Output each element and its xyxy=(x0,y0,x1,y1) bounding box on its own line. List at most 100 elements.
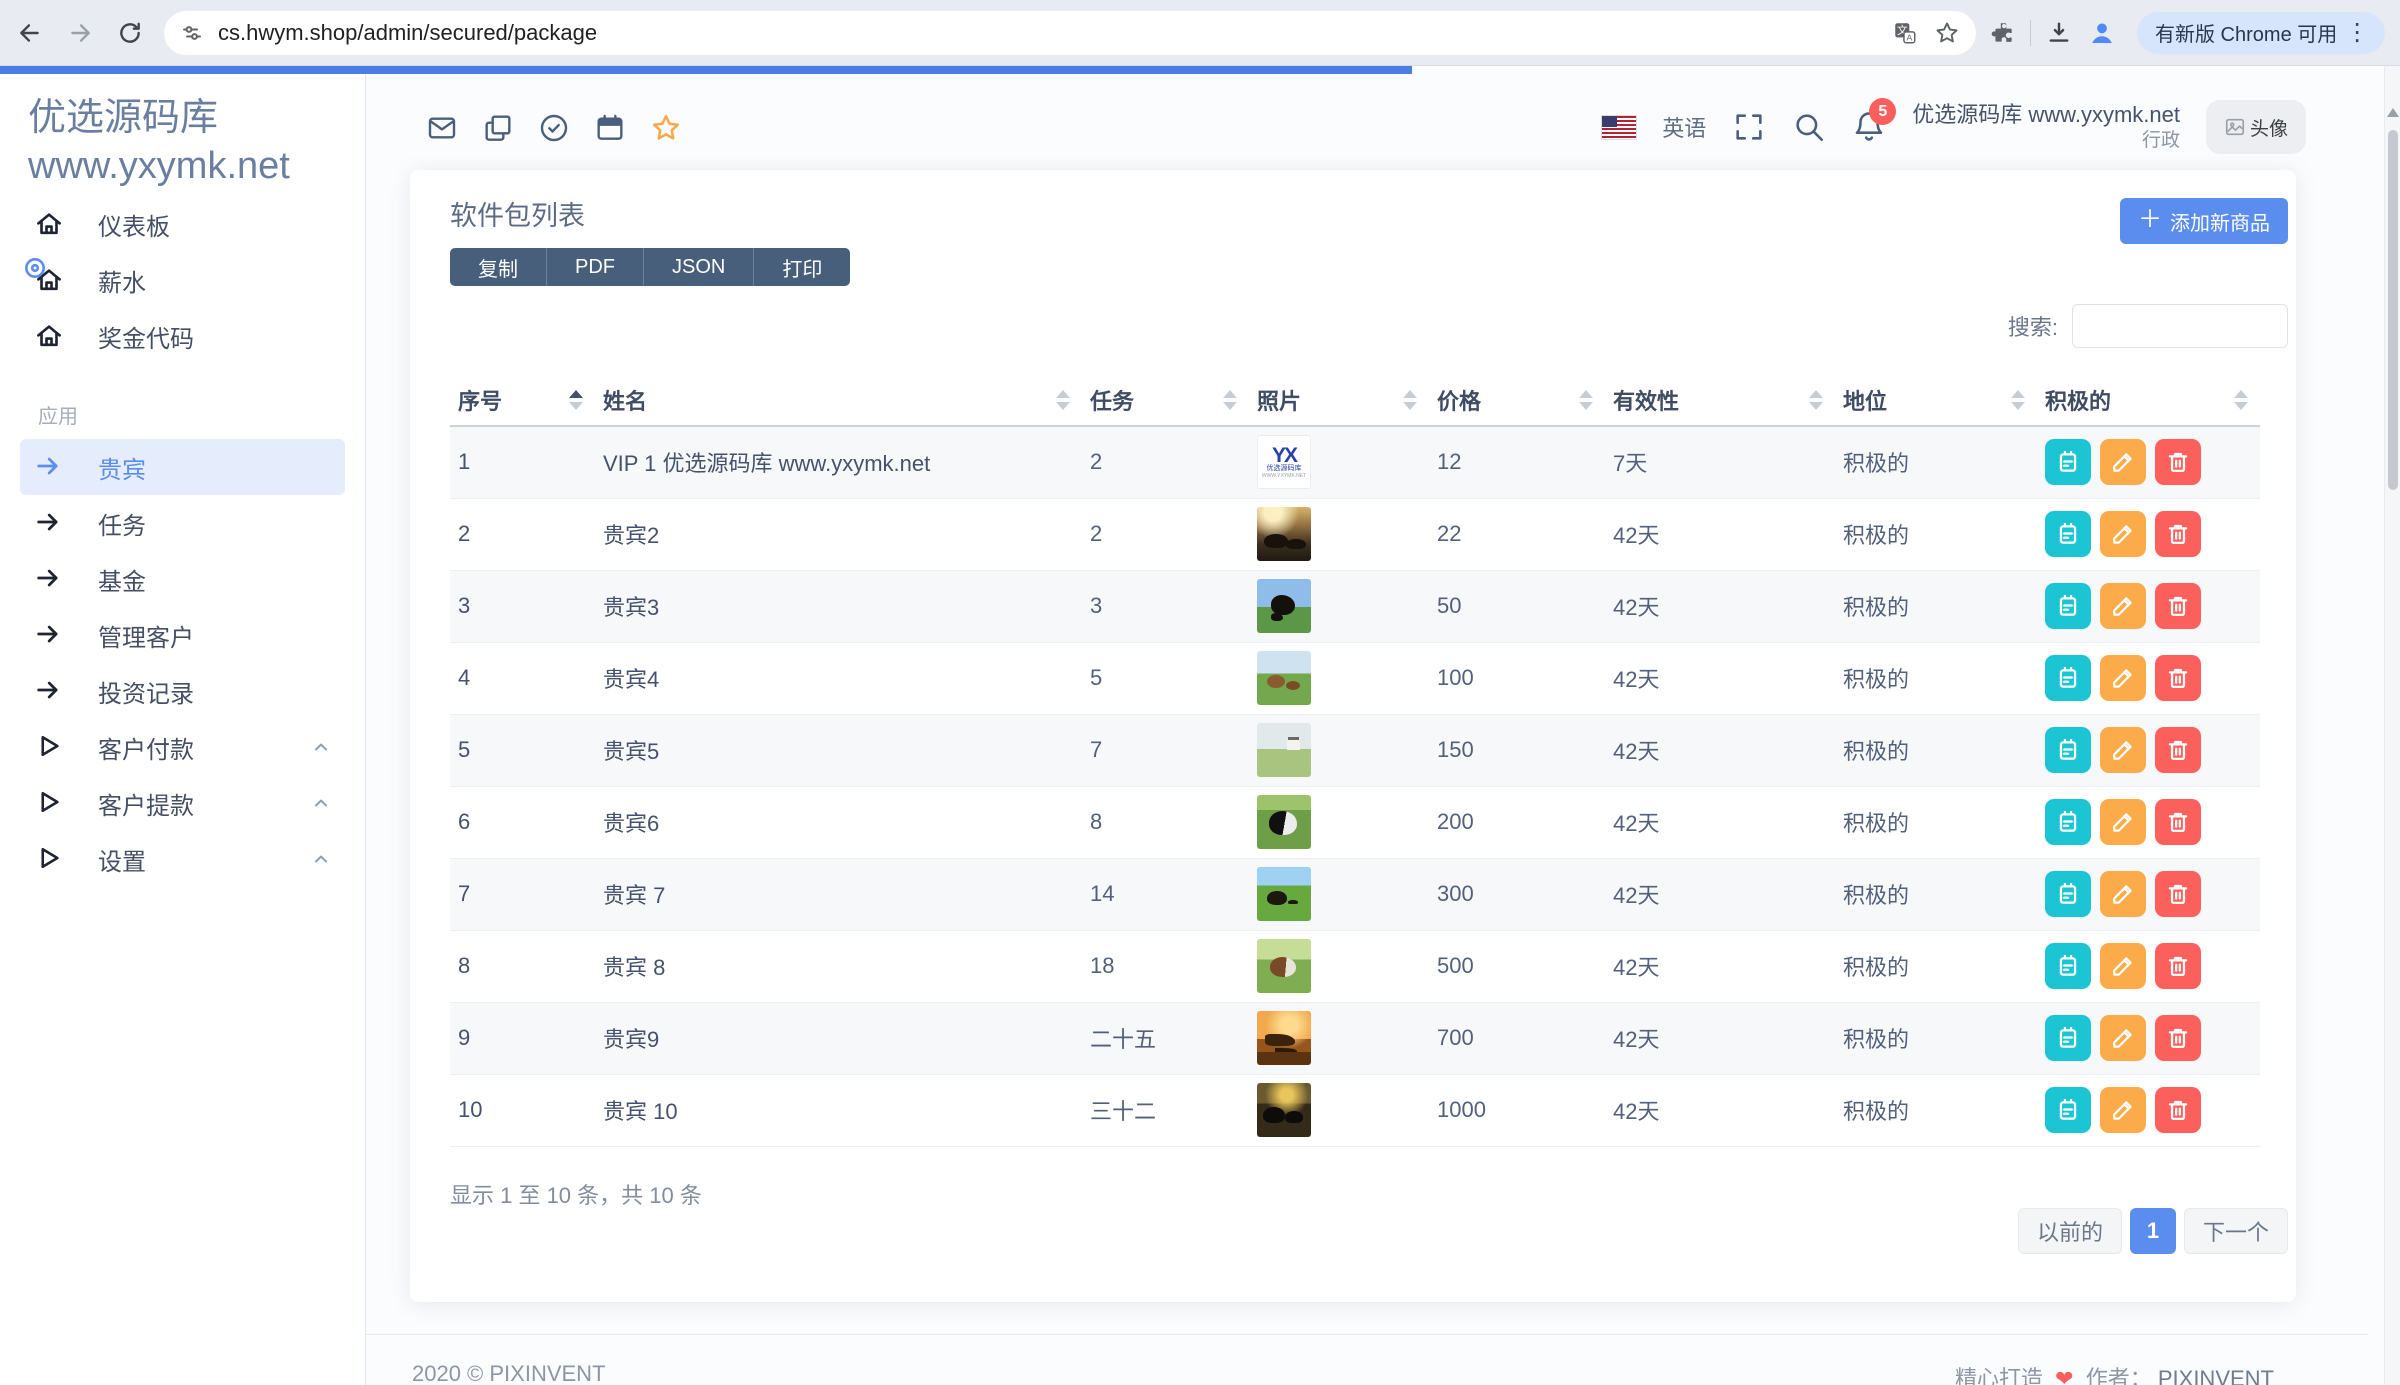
sort-icons[interactable] xyxy=(2234,389,2248,411)
check-circle-icon[interactable] xyxy=(538,112,570,144)
delete-button[interactable] xyxy=(2155,1087,2201,1133)
table-row[interactable]: 1 VIP 1 优选源码库 www.yxymk.net 2 YX优选源码库WWW… xyxy=(450,426,2260,498)
delete-button[interactable] xyxy=(2155,1015,2201,1061)
star-icon[interactable] xyxy=(650,112,682,144)
detail-button[interactable] xyxy=(2045,655,2091,701)
copy-icon[interactable] xyxy=(482,112,514,144)
sidebar-item-funds[interactable]: 基金 xyxy=(20,551,345,607)
edit-button[interactable] xyxy=(2100,871,2146,917)
browser-reload-button[interactable] xyxy=(110,13,150,53)
search-input[interactable] xyxy=(2072,304,2288,348)
edit-button[interactable] xyxy=(2100,439,2146,485)
sort-icons[interactable] xyxy=(1809,389,1823,411)
detail-button[interactable] xyxy=(2045,727,2091,773)
delete-button[interactable] xyxy=(2155,511,2201,557)
edit-button[interactable] xyxy=(2100,1015,2146,1061)
sidebar-item-customer-withdrawals[interactable]: 客户提款 xyxy=(20,775,345,831)
json-export-button[interactable]: JSON xyxy=(643,248,753,286)
edit-button[interactable] xyxy=(2100,1087,2146,1133)
search-icon[interactable] xyxy=(1792,110,1826,144)
browser-forward-button[interactable] xyxy=(60,13,100,53)
browser-menu-icon[interactable]: ⋮ xyxy=(2337,21,2377,45)
delete-button[interactable] xyxy=(2155,871,2201,917)
detail-button[interactable] xyxy=(2045,511,2091,557)
footer-author[interactable]: PIXINVENT xyxy=(2158,1366,2274,1385)
sidebar-item-manage-customers[interactable]: 管理客户 xyxy=(20,607,345,663)
copy-export-button[interactable]: 复制 xyxy=(450,248,546,286)
mail-icon[interactable] xyxy=(426,112,458,144)
table-row[interactable]: 2 贵宾2 2 22 42天 积极的 xyxy=(450,498,2260,570)
sidebar-item-tasks[interactable]: 任务 xyxy=(20,495,345,551)
sidebar-item-investment-records[interactable]: 投资记录 xyxy=(20,663,345,719)
edit-button[interactable] xyxy=(2100,727,2146,773)
table-row[interactable]: 4 贵宾4 5 100 42天 积极的 xyxy=(450,642,2260,714)
current-page-button[interactable]: 1 xyxy=(2130,1208,2176,1254)
table-row[interactable]: 6 贵宾6 8 200 42天 积极的 xyxy=(450,786,2260,858)
table-row[interactable]: 3 贵宾3 3 50 42天 积极的 xyxy=(450,570,2260,642)
edit-button[interactable] xyxy=(2100,583,2146,629)
window-scrollbar[interactable] xyxy=(2384,66,2400,1385)
detail-button[interactable] xyxy=(2045,439,2091,485)
table-row[interactable]: 10 贵宾 10 三十二 1000 42天 积极的 xyxy=(450,1074,2260,1146)
detail-button[interactable] xyxy=(2045,1015,2091,1061)
sort-icons[interactable] xyxy=(2011,389,2025,411)
bookmark-star-icon[interactable] xyxy=(1934,20,1960,46)
column-header-serial[interactable]: 序号 xyxy=(450,374,595,426)
sort-icons[interactable] xyxy=(569,389,583,411)
profile-icon[interactable] xyxy=(2087,18,2117,48)
sort-icons[interactable] xyxy=(1056,389,1070,411)
delete-button[interactable] xyxy=(2155,727,2201,773)
detail-button[interactable] xyxy=(2045,871,2091,917)
detail-button[interactable] xyxy=(2045,799,2091,845)
chrome-update-button[interactable]: 有新版 Chrome 可用 ⋮ xyxy=(2137,12,2385,54)
sort-icons[interactable] xyxy=(1223,389,1237,411)
site-info-icon[interactable] xyxy=(180,21,204,45)
calendar-icon[interactable] xyxy=(594,112,626,144)
notifications-button[interactable]: 5 xyxy=(1852,110,1886,144)
fullscreen-icon[interactable] xyxy=(1732,110,1766,144)
add-product-button[interactable]: ＋ 添加新商品 xyxy=(2120,198,2288,244)
download-icon[interactable] xyxy=(2045,19,2073,47)
column-header-name[interactable]: 姓名 xyxy=(595,374,1082,426)
delete-button[interactable] xyxy=(2155,943,2201,989)
delete-button[interactable] xyxy=(2155,439,2201,485)
column-header-price[interactable]: 价格 xyxy=(1429,374,1605,426)
edit-button[interactable] xyxy=(2100,511,2146,557)
edit-button[interactable] xyxy=(2100,799,2146,845)
sidebar-item-customer-payments[interactable]: 客户付款 xyxy=(20,719,345,775)
table-row[interactable]: 5 贵宾5 7 150 42天 积极的 xyxy=(450,714,2260,786)
avatar[interactable]: 头像 xyxy=(2206,100,2306,154)
detail-button[interactable] xyxy=(2045,583,2091,629)
language-label[interactable]: 英语 xyxy=(1662,111,1706,143)
column-header-status[interactable]: 地位 xyxy=(1835,374,2037,426)
detail-button[interactable] xyxy=(2045,1087,2091,1133)
print-export-button[interactable]: 打印 xyxy=(753,248,850,286)
sort-icons[interactable] xyxy=(1579,389,1593,411)
table-row[interactable]: 7 贵宾 7 14 300 42天 积极的 xyxy=(450,858,2260,930)
scrollbar-thumb[interactable] xyxy=(2388,130,2398,490)
translate-icon[interactable]: 文A xyxy=(1892,20,1918,46)
column-header-task[interactable]: 任务 xyxy=(1082,374,1249,426)
column-header-photo[interactable]: 照片 xyxy=(1249,374,1429,426)
pdf-export-button[interactable]: PDF xyxy=(546,248,643,286)
browser-back-button[interactable] xyxy=(10,13,50,53)
delete-button[interactable] xyxy=(2155,583,2201,629)
table-row[interactable]: 9 贵宾9 二十五 700 42天 积极的 xyxy=(450,1002,2260,1074)
previous-page-button[interactable]: 以前的 xyxy=(2018,1208,2122,1254)
user-block[interactable]: 优选源码库 www.yxymk.net 行政 xyxy=(1912,101,2180,152)
sidebar-item-salary[interactable]: 薪水 xyxy=(20,252,345,308)
next-page-button[interactable]: 下一个 xyxy=(2184,1208,2288,1254)
address-bar[interactable]: cs.hwym.shop/admin/secured/package 文A xyxy=(164,11,1976,55)
column-header-active[interactable]: 积极的 xyxy=(2037,374,2260,426)
sidebar-item-settings[interactable]: 设置 xyxy=(20,831,345,887)
sidebar-item-dashboard[interactable]: 仪表板 xyxy=(20,196,345,252)
table-row[interactable]: 8 贵宾 8 18 500 42天 积极的 xyxy=(450,930,2260,1002)
delete-button[interactable] xyxy=(2155,655,2201,701)
sidebar-item-bonus-code[interactable]: 奖金代码 xyxy=(20,308,345,364)
us-flag-icon[interactable] xyxy=(1602,116,1636,139)
sidebar-item-vip[interactable]: 贵宾 xyxy=(20,439,345,495)
extensions-icon[interactable] xyxy=(1990,20,2016,46)
brand[interactable]: 优选源码库 www.yxymk.net xyxy=(0,66,365,190)
edit-button[interactable] xyxy=(2100,943,2146,989)
column-header-validity[interactable]: 有效性 xyxy=(1605,374,1835,426)
